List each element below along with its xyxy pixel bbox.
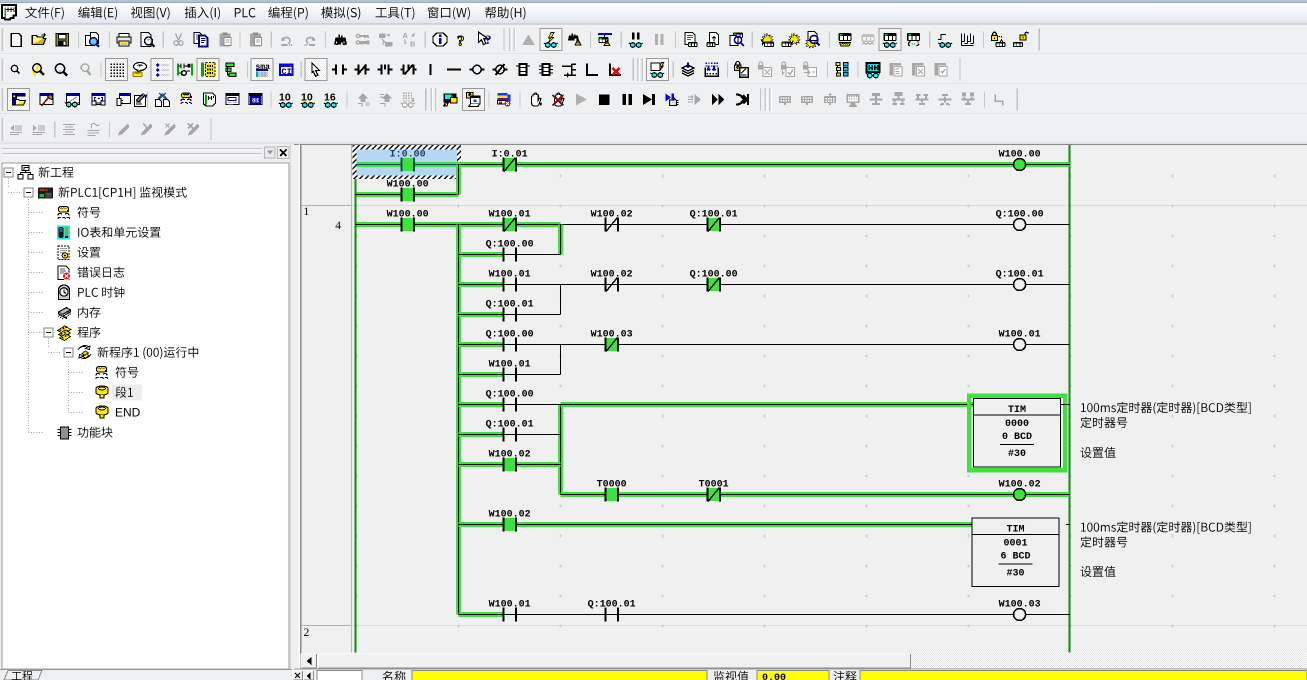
svg-text:W100.01: W100.01 [489,210,531,221]
svg-text:Q:100.01: Q:100.01 [996,270,1044,281]
svg-text:W100.02: W100.02 [591,270,633,281]
svg-text:0.00: 0.00 [762,673,786,680]
svg-text:Q:100.01: Q:100.01 [486,420,534,431]
svg-text:TIM: TIM [1008,405,1026,416]
svg-text:W100.03: W100.03 [999,600,1041,611]
svg-text:W100.02: W100.02 [489,450,531,461]
svg-text:#30: #30 [1006,569,1024,580]
svg-text:4: 4 [335,220,341,232]
svg-text:W100.02: W100.02 [591,210,633,221]
svg-text:0001: 0001 [1003,539,1027,550]
svg-text:?: ? [457,34,465,50]
svg-text:I:0.00: I:0.00 [390,150,426,161]
svg-text:W100.01: W100.01 [489,270,531,281]
svg-text:B: B [410,40,416,49]
svg-text:Q:100.01: Q:100.01 [486,300,534,311]
svg-text:Q:100.01: Q:100.01 [690,210,738,221]
svg-text:0000: 0000 [1005,419,1029,430]
svg-text:W100.01: W100.01 [999,330,1041,341]
svg-text:?: ? [485,32,492,47]
svg-text:W100.02: W100.02 [489,510,531,521]
svg-text:T0000: T0000 [597,480,627,491]
svg-text:END: END [115,406,141,420]
svg-text:T0001: T0001 [699,480,729,491]
svg-text:16: 16 [324,92,336,104]
svg-text:Q:100.00: Q:100.00 [486,330,534,341]
svg-text:W100.02: W100.02 [999,480,1041,491]
svg-text:W100.01: W100.01 [489,360,531,371]
svg-text:002: 002 [252,100,260,106]
svg-text:W100.00: W100.00 [387,180,429,191]
svg-text:W100.03: W100.03 [591,330,633,341]
svg-text:10: 10 [279,92,291,104]
svg-text:2: 2 [304,627,310,639]
svg-text:Q:100.00: Q:100.00 [486,390,534,401]
svg-text:TIM: TIM [1006,525,1024,536]
svg-text:Q:100.00: Q:100.00 [996,210,1044,221]
svg-text:Q:100.01: Q:100.01 [588,600,636,611]
svg-text:W100.00: W100.00 [999,150,1041,161]
svg-text:10: 10 [301,92,313,104]
svg-text:A: A [403,31,409,40]
svg-text:Q:100.00: Q:100.00 [690,270,738,281]
svg-text:I:0.01: I:0.01 [492,150,528,161]
svg-text:CI: CI [282,67,292,77]
svg-text:0 BCD: 0 BCD [1002,432,1032,443]
svg-text:1: 1 [304,206,310,218]
svg-text:W100.01: W100.01 [489,600,531,611]
svg-text:Q:100.00: Q:100.00 [486,240,534,251]
svg-text:W100.00: W100.00 [387,210,429,221]
svg-text:#30: #30 [1008,449,1026,460]
svg-text:6 BCD: 6 BCD [1000,552,1030,563]
